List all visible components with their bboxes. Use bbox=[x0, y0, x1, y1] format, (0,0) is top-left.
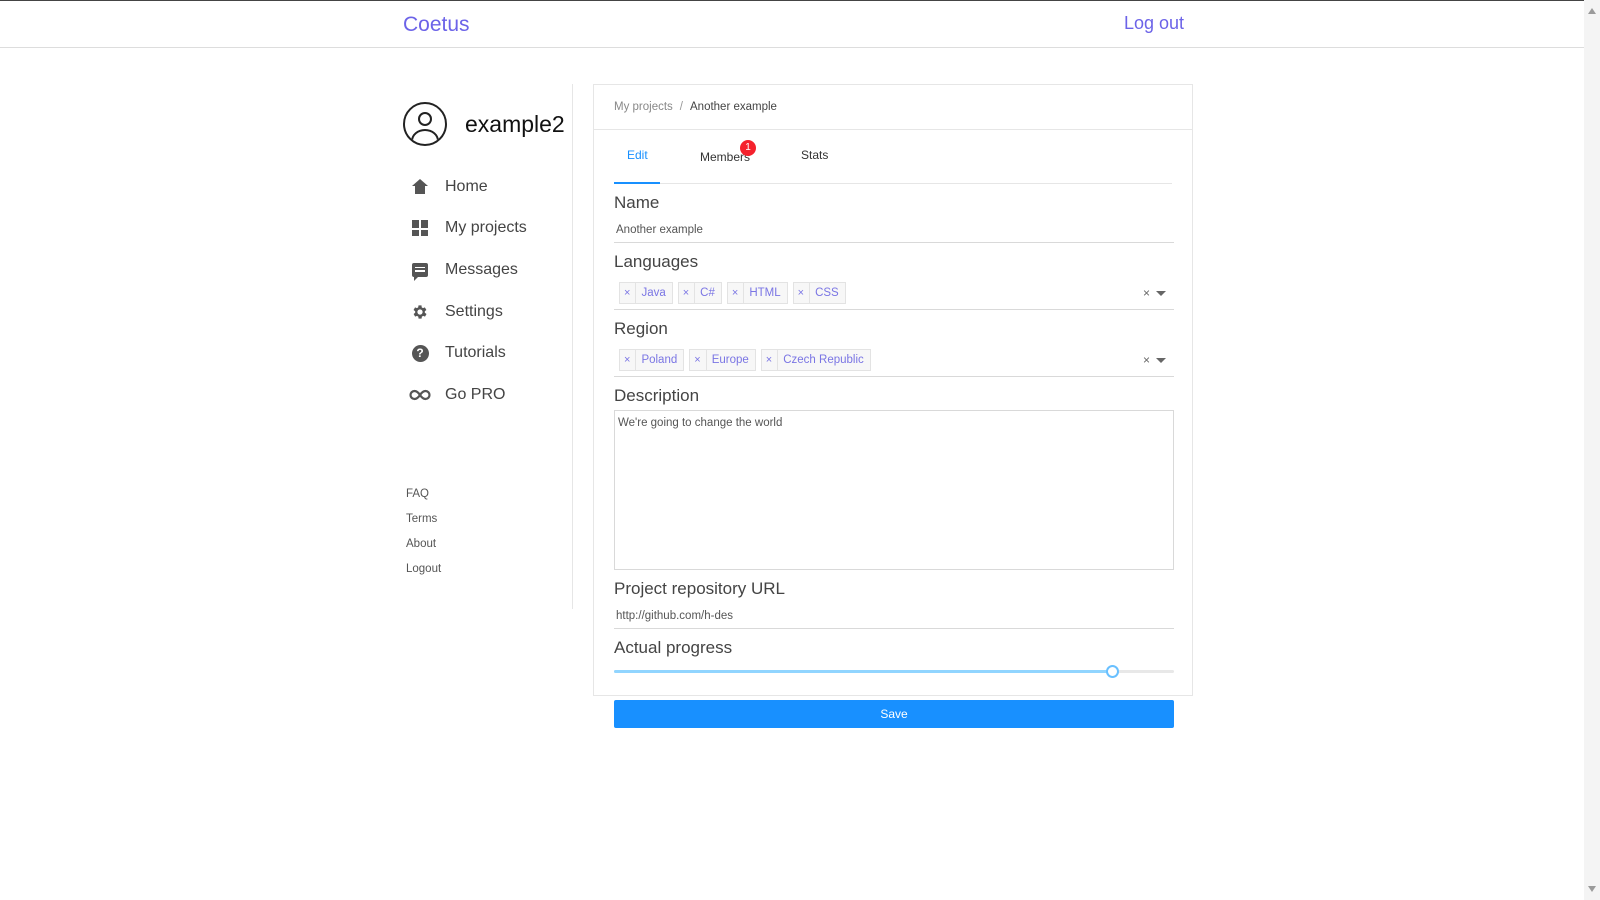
tag-label: Java bbox=[635, 282, 671, 303]
description-textarea[interactable]: We're going to change the world bbox=[614, 410, 1174, 570]
sidebar-item-tutorials[interactable]: ? Tutorials bbox=[409, 332, 527, 374]
scroll-up-arrow-icon[interactable] bbox=[1588, 8, 1596, 14]
tag-label: Europe bbox=[705, 349, 755, 370]
repo-url-input[interactable] bbox=[614, 603, 1174, 629]
tag-label: Czech Republic bbox=[777, 349, 870, 370]
chevron-down-icon[interactable] bbox=[1156, 358, 1166, 363]
sidebar-item-label: Messages bbox=[445, 260, 518, 278]
description-label: Description bbox=[614, 386, 700, 405]
members-count-badge: 1 bbox=[740, 140, 756, 156]
brand-logo[interactable]: Coetus bbox=[403, 13, 470, 37]
language-tag: × CSS bbox=[792, 281, 846, 304]
breadcrumb-current: Another example bbox=[690, 101, 777, 113]
chevron-down-icon[interactable] bbox=[1156, 291, 1166, 296]
sidebar-item-home[interactable]: Home bbox=[409, 166, 527, 208]
breadcrumb-my-projects[interactable]: My projects bbox=[614, 101, 673, 113]
slider-track bbox=[614, 670, 1113, 673]
region-tag: × Europe bbox=[689, 348, 756, 371]
gear-icon bbox=[409, 301, 431, 323]
sidebar-footer-links: FAQ Terms About Logout bbox=[406, 488, 441, 588]
footer-link-logout[interactable]: Logout bbox=[406, 563, 441, 588]
footer-link-faq[interactable]: FAQ bbox=[406, 488, 441, 513]
repo-url-label: Project repository URL bbox=[614, 579, 786, 598]
remove-tag-icon[interactable]: × bbox=[679, 287, 694, 299]
sidebar-item-settings[interactable]: Settings bbox=[409, 291, 527, 333]
sidebar-item-label: Home bbox=[445, 177, 488, 195]
language-tag: × HTML bbox=[726, 281, 788, 304]
clear-region-icon[interactable]: × bbox=[1143, 353, 1150, 367]
project-tabs: Edit Members 1 Stats bbox=[614, 140, 1172, 184]
tab-stats[interactable]: Stats bbox=[801, 142, 828, 183]
slider-handle[interactable] bbox=[1106, 665, 1120, 678]
region-select[interactable]: × Poland × Europe × Czech Republic × bbox=[614, 343, 1174, 377]
sidebar-item-label: Go PRO bbox=[445, 385, 506, 403]
sidebar-item-messages[interactable]: Messages bbox=[409, 249, 527, 291]
infinity-icon bbox=[409, 384, 431, 406]
message-icon bbox=[409, 259, 431, 281]
tag-label: Poland bbox=[635, 349, 683, 370]
tab-members[interactable]: Members 1 bbox=[700, 140, 756, 183]
user-profile: example2 bbox=[403, 102, 565, 146]
top-bar: Coetus Log out bbox=[0, 0, 1584, 48]
remove-tag-icon[interactable]: × bbox=[690, 354, 705, 366]
logout-link[interactable]: Log out bbox=[1124, 13, 1184, 34]
save-button[interactable]: Save bbox=[614, 700, 1174, 728]
footer-link-about[interactable]: About bbox=[406, 538, 441, 563]
sidebar: example2 Home My projects Messages Setti… bbox=[403, 84, 573, 609]
tag-label: C# bbox=[694, 282, 721, 303]
remove-tag-icon[interactable]: × bbox=[620, 287, 635, 299]
name-input[interactable] bbox=[614, 217, 1174, 243]
language-tag: × Java bbox=[619, 281, 673, 304]
languages-select[interactable]: × Java × C# × HTML × CSS × bbox=[614, 276, 1174, 310]
scroll-down-arrow-icon[interactable] bbox=[1588, 886, 1596, 892]
region-tag: × Czech Republic bbox=[760, 348, 871, 371]
region-tag: × Poland bbox=[619, 348, 685, 371]
user-avatar-icon bbox=[403, 102, 447, 146]
sidebar-item-go-pro[interactable]: Go PRO bbox=[409, 374, 527, 416]
remove-tag-icon[interactable]: × bbox=[762, 354, 777, 366]
footer-link-terms[interactable]: Terms bbox=[406, 513, 441, 538]
clear-languages-icon[interactable]: × bbox=[1143, 286, 1150, 300]
progress-label: Actual progress bbox=[614, 638, 733, 657]
sidebar-nav: Home My projects Messages Settings ? Tut… bbox=[409, 166, 527, 416]
sidebar-item-label: Settings bbox=[445, 302, 503, 320]
sidebar-item-label: My projects bbox=[445, 219, 527, 237]
language-tag: × C# bbox=[677, 281, 722, 304]
remove-tag-icon[interactable]: × bbox=[728, 287, 743, 299]
remove-tag-icon[interactable]: × bbox=[620, 354, 635, 366]
home-icon bbox=[409, 176, 431, 198]
tag-label: CSS bbox=[809, 282, 845, 303]
breadcrumb-separator: / bbox=[679, 101, 683, 113]
remove-tag-icon[interactable]: × bbox=[794, 287, 809, 299]
breadcrumb: My projects / Another example bbox=[594, 85, 1192, 130]
sidebar-item-my-projects[interactable]: My projects bbox=[409, 208, 527, 250]
tab-edit[interactable]: Edit bbox=[614, 142, 660, 184]
tag-label: HTML bbox=[743, 282, 786, 303]
project-edit-panel: My projects / Another example Edit Membe… bbox=[593, 84, 1193, 728]
languages-label: Languages bbox=[614, 252, 699, 271]
page-scrollbar[interactable] bbox=[1584, 0, 1600, 900]
progress-slider[interactable] bbox=[614, 664, 1174, 680]
region-label: Region bbox=[614, 319, 668, 338]
name-label: Name bbox=[614, 193, 660, 212]
username: example2 bbox=[465, 110, 565, 137]
question-circle-icon: ? bbox=[409, 342, 431, 364]
sidebar-item-label: Tutorials bbox=[445, 344, 506, 362]
dashboard-icon bbox=[409, 217, 431, 239]
